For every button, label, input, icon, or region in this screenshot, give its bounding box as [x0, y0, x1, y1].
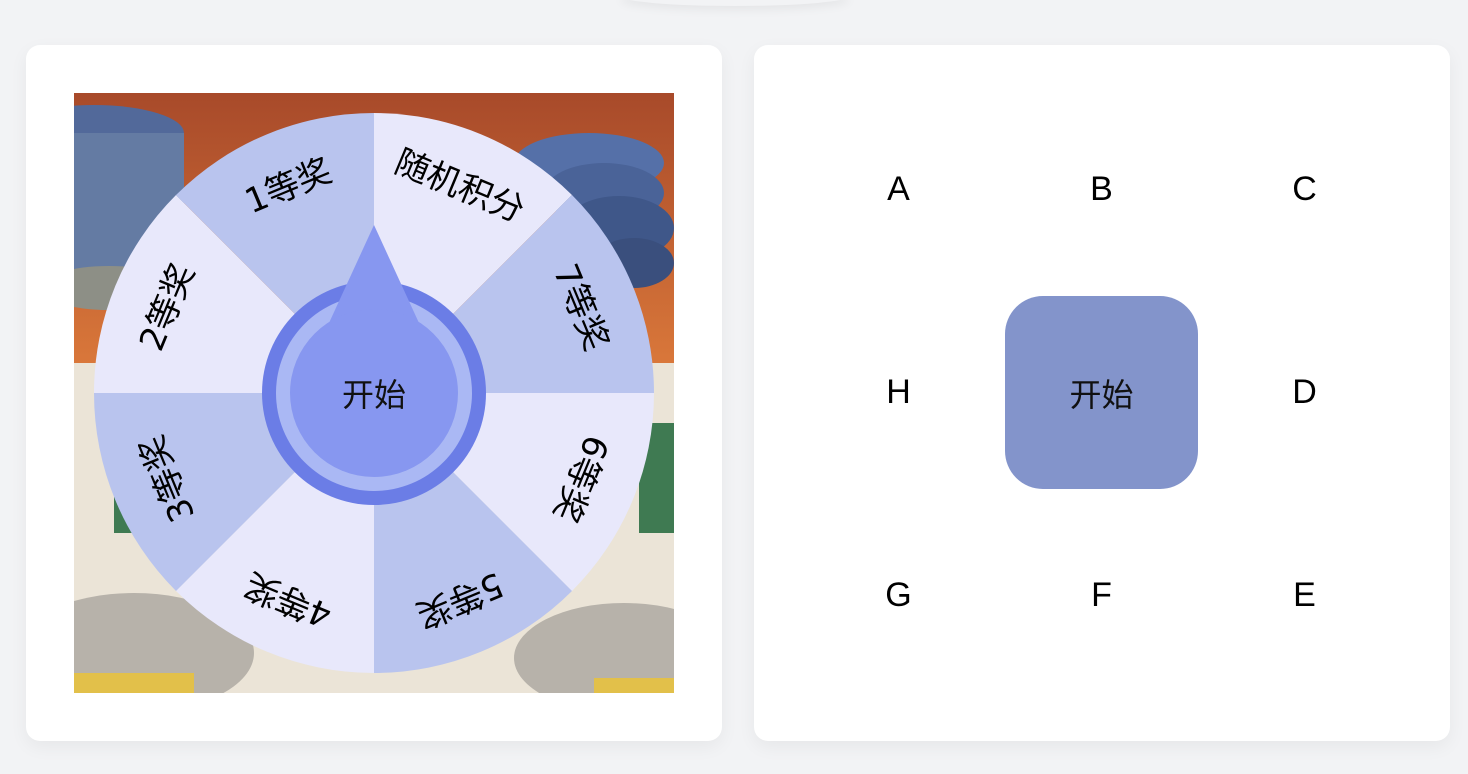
- grid-cell-d: D: [1292, 373, 1317, 411]
- grid-cell-f: F: [1091, 576, 1112, 614]
- grid-cell-b: B: [1090, 170, 1113, 208]
- wheel-start-label: 开始: [342, 376, 406, 414]
- grid-start-button[interactable]: 开始: [1005, 296, 1198, 489]
- wheel-lottery-card: 随机积分 7等奖 6等奖 5等奖 4等奖 3等奖 2等奖 1等奖 开始: [26, 45, 722, 741]
- grid-cell-h: H: [886, 373, 911, 411]
- grid-cell-e: E: [1293, 576, 1316, 614]
- grid-cell-g: G: [885, 576, 912, 614]
- grid-lottery-card: A B C D E F G H 开始: [754, 45, 1450, 741]
- grid-cell-c: C: [1292, 170, 1317, 208]
- grid-cell-a: A: [887, 170, 910, 208]
- top-tab-shadow: [620, 0, 850, 6]
- prize-wheel: 随机积分7等奖6等奖5等奖4等奖3等奖2等奖1等奖开始: [94, 113, 654, 673]
